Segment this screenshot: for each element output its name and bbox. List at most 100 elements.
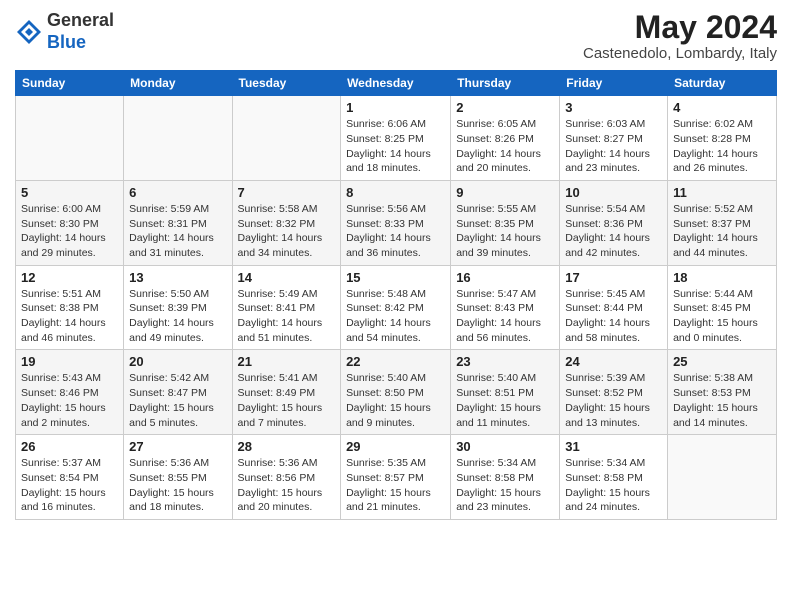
table-row: 11 Sunrise: 5:52 AM Sunset: 8:37 PM Dayli… [668,180,777,265]
calendar-week-row: 19 Sunrise: 5:43 AM Sunset: 8:46 PM Dayli… [16,350,777,435]
col-thursday: Thursday [451,71,560,96]
day-info: Sunrise: 5:43 AM Sunset: 8:46 PM Dayligh… [21,371,118,430]
day-number: 6 [129,185,226,200]
day-number: 23 [456,354,554,369]
day-info: Sunrise: 5:50 AM Sunset: 8:39 PM Dayligh… [129,287,226,346]
table-row [124,96,232,181]
day-number: 7 [238,185,336,200]
day-number: 13 [129,270,226,285]
day-number: 19 [21,354,118,369]
logo-blue-text: Blue [47,32,86,52]
day-info: Sunrise: 5:59 AM Sunset: 8:31 PM Dayligh… [129,202,226,261]
day-info: Sunrise: 5:58 AM Sunset: 8:32 PM Dayligh… [238,202,336,261]
table-row: 2Sunrise: 6:05 AM Sunset: 8:26 PM Daylig… [451,96,560,181]
table-row: 24 Sunrise: 5:39 AM Sunset: 8:52 PM Dayli… [560,350,668,435]
table-row: 20 Sunrise: 5:42 AM Sunset: 8:47 PM Dayli… [124,350,232,435]
day-info: Sunrise: 5:54 AM Sunset: 8:36 PM Dayligh… [565,202,662,261]
logo-icon [15,18,43,46]
col-friday: Friday [560,71,668,96]
day-info: Sunrise: 6:02 AM Sunset: 8:28 PM Dayligh… [673,117,771,176]
month-year-title: May 2024 [583,10,777,45]
title-block: May 2024 Castenedolo, Lombardy, Italy [583,10,777,62]
table-row: 12Sunrise: 5:51 AM Sunset: 8:38 PM Dayli… [16,265,124,350]
table-row: 22Sunrise: 5:40 AM Sunset: 8:50 PM Dayli… [341,350,451,435]
day-number: 27 [129,439,226,454]
table-row: 23 Sunrise: 5:40 AM Sunset: 8:51 PM Dayli… [451,350,560,435]
table-row: 10 Sunrise: 5:54 AM Sunset: 8:36 PM Dayli… [560,180,668,265]
table-row: 9Sunrise: 5:55 AM Sunset: 8:35 PM Daylig… [451,180,560,265]
table-row: 8Sunrise: 5:56 AM Sunset: 8:33 PM Daylig… [341,180,451,265]
day-number: 3 [565,100,662,115]
day-number: 10 [565,185,662,200]
day-info: Sunrise: 5:36 AM Sunset: 8:56 PM Dayligh… [238,456,336,515]
day-info: Sunrise: 5:51 AM Sunset: 8:38 PM Dayligh… [21,287,118,346]
table-row: 31 Sunrise: 5:34 AM Sunset: 8:58 PM Dayli… [560,435,668,520]
day-number: 11 [673,185,771,200]
day-number: 29 [346,439,445,454]
table-row: 6 Sunrise: 5:59 AM Sunset: 8:31 PM Daylig… [124,180,232,265]
day-info: Sunrise: 6:03 AM Sunset: 8:27 PM Dayligh… [565,117,662,176]
day-info: Sunrise: 5:34 AM Sunset: 8:58 PM Dayligh… [565,456,662,515]
day-number: 22 [346,354,445,369]
day-number: 31 [565,439,662,454]
day-number: 15 [346,270,445,285]
logo-general-text: General [47,10,114,30]
table-row: 16Sunrise: 5:47 AM Sunset: 8:43 PM Dayli… [451,265,560,350]
day-info: Sunrise: 5:34 AM Sunset: 8:58 PM Dayligh… [456,456,554,515]
day-info: Sunrise: 5:39 AM Sunset: 8:52 PM Dayligh… [565,371,662,430]
col-saturday: Saturday [668,71,777,96]
logo: General Blue [15,10,114,53]
day-info: Sunrise: 5:36 AM Sunset: 8:55 PM Dayligh… [129,456,226,515]
day-info: Sunrise: 6:05 AM Sunset: 8:26 PM Dayligh… [456,117,554,176]
day-number: 28 [238,439,336,454]
col-tuesday: Tuesday [232,71,341,96]
day-info: Sunrise: 5:42 AM Sunset: 8:47 PM Dayligh… [129,371,226,430]
day-info: Sunrise: 6:00 AM Sunset: 8:30 PM Dayligh… [21,202,118,261]
page-header: General Blue May 2024 Castenedolo, Lomba… [15,10,777,62]
table-row: 1Sunrise: 6:06 AM Sunset: 8:25 PM Daylig… [341,96,451,181]
table-row: 28 Sunrise: 5:36 AM Sunset: 8:56 PM Dayli… [232,435,341,520]
calendar-week-row: 26 Sunrise: 5:37 AM Sunset: 8:54 PM Dayli… [16,435,777,520]
day-number: 21 [238,354,336,369]
table-row: 30Sunrise: 5:34 AM Sunset: 8:58 PM Dayli… [451,435,560,520]
day-number: 14 [238,270,336,285]
calendar-week-row: 5 Sunrise: 6:00 AM Sunset: 8:30 PM Daylig… [16,180,777,265]
day-number: 8 [346,185,445,200]
day-info: Sunrise: 5:40 AM Sunset: 8:51 PM Dayligh… [456,371,554,430]
table-row: 29Sunrise: 5:35 AM Sunset: 8:57 PM Dayli… [341,435,451,520]
calendar-week-row: 1Sunrise: 6:06 AM Sunset: 8:25 PM Daylig… [16,96,777,181]
col-monday: Monday [124,71,232,96]
day-info: Sunrise: 6:06 AM Sunset: 8:25 PM Dayligh… [346,117,445,176]
day-info: Sunrise: 5:37 AM Sunset: 8:54 PM Dayligh… [21,456,118,515]
table-row: 25 Sunrise: 5:38 AM Sunset: 8:53 PM Dayli… [668,350,777,435]
calendar-week-row: 12Sunrise: 5:51 AM Sunset: 8:38 PM Dayli… [16,265,777,350]
day-number: 5 [21,185,118,200]
table-row [232,96,341,181]
day-info: Sunrise: 5:45 AM Sunset: 8:44 PM Dayligh… [565,287,662,346]
location-subtitle: Castenedolo, Lombardy, Italy [583,45,777,62]
day-number: 4 [673,100,771,115]
day-info: Sunrise: 5:52 AM Sunset: 8:37 PM Dayligh… [673,202,771,261]
table-row: 4 Sunrise: 6:02 AM Sunset: 8:28 PM Daylig… [668,96,777,181]
day-info: Sunrise: 5:38 AM Sunset: 8:53 PM Dayligh… [673,371,771,430]
table-row: 21 Sunrise: 5:41 AM Sunset: 8:49 PM Dayli… [232,350,341,435]
table-row: 14 Sunrise: 5:49 AM Sunset: 8:41 PM Dayli… [232,265,341,350]
day-info: Sunrise: 5:44 AM Sunset: 8:45 PM Dayligh… [673,287,771,346]
day-number: 20 [129,354,226,369]
table-row: 5 Sunrise: 6:00 AM Sunset: 8:30 PM Daylig… [16,180,124,265]
day-number: 25 [673,354,771,369]
col-wednesday: Wednesday [341,71,451,96]
day-info: Sunrise: 5:41 AM Sunset: 8:49 PM Dayligh… [238,371,336,430]
calendar-table: Sunday Monday Tuesday Wednesday Thursday… [15,70,777,520]
day-info: Sunrise: 5:49 AM Sunset: 8:41 PM Dayligh… [238,287,336,346]
day-number: 18 [673,270,771,285]
table-row [16,96,124,181]
col-sunday: Sunday [16,71,124,96]
day-number: 26 [21,439,118,454]
day-number: 9 [456,185,554,200]
table-row: 18 Sunrise: 5:44 AM Sunset: 8:45 PM Dayli… [668,265,777,350]
day-info: Sunrise: 5:48 AM Sunset: 8:42 PM Dayligh… [346,287,445,346]
table-row: 3 Sunrise: 6:03 AM Sunset: 8:27 PM Daylig… [560,96,668,181]
day-number: 24 [565,354,662,369]
day-number: 16 [456,270,554,285]
